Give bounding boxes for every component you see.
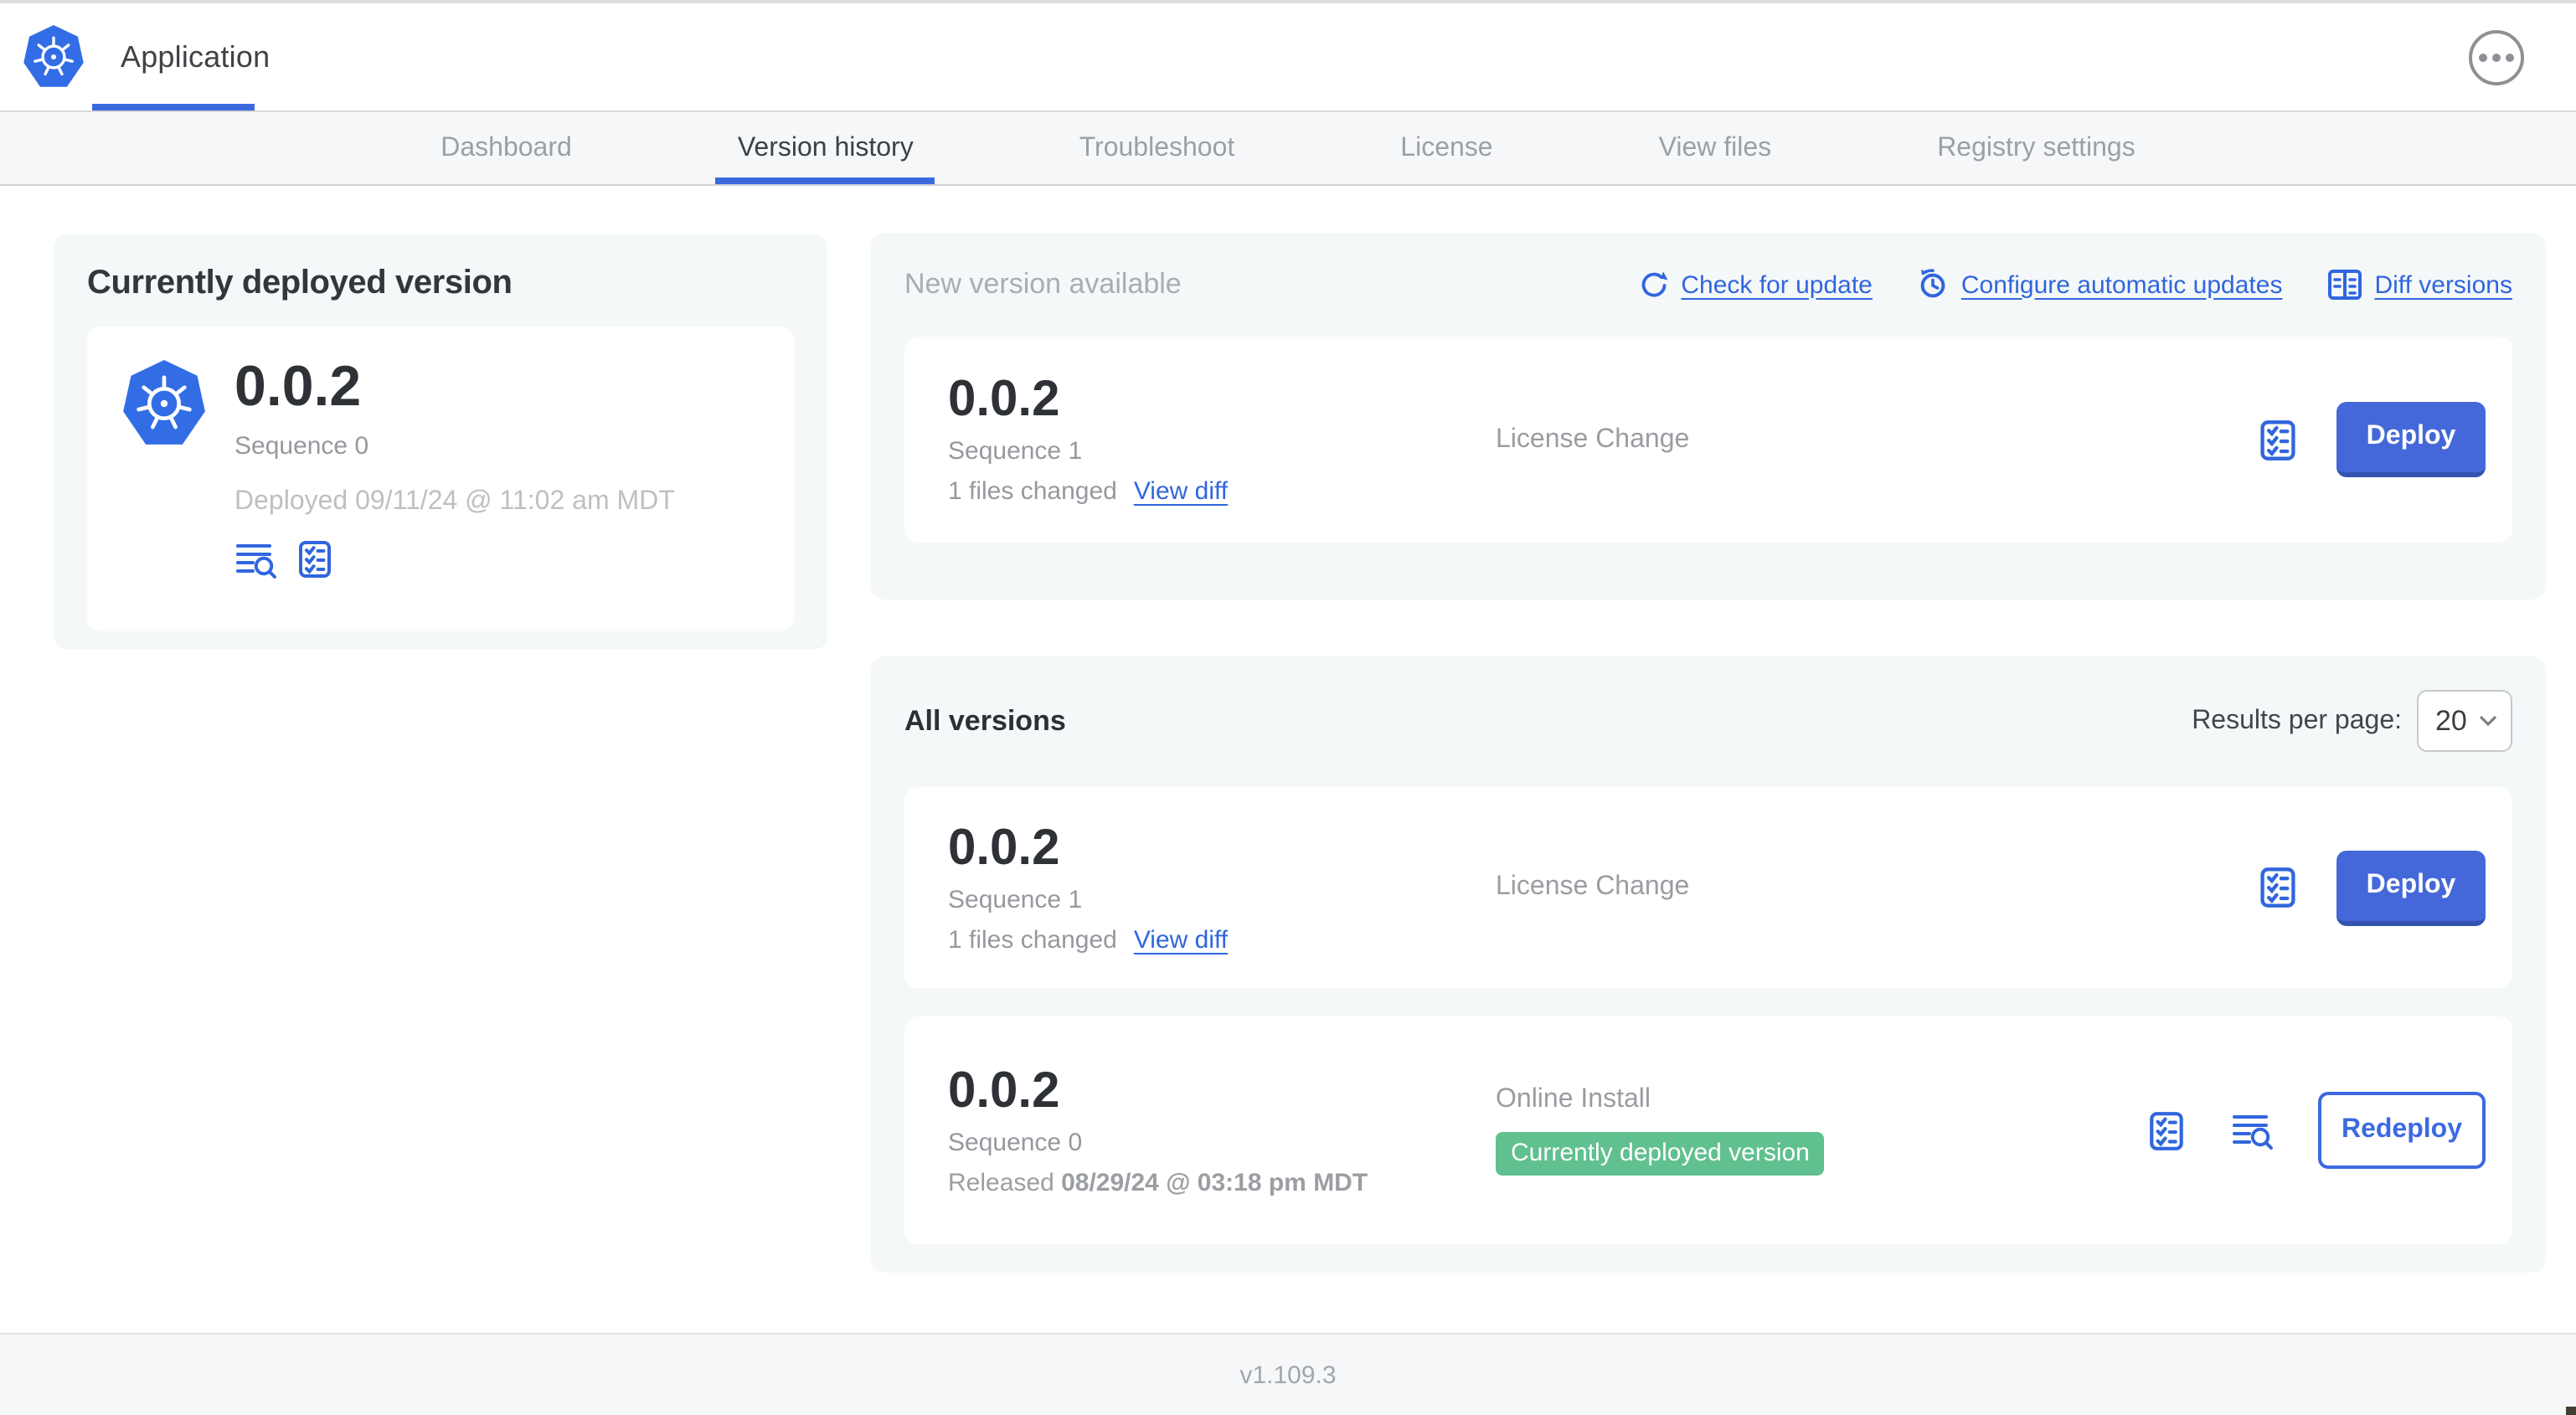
all-versions-title: All versions <box>904 704 1066 736</box>
tab-registry-settings[interactable]: Registry settings <box>1915 112 2157 184</box>
check-for-update-link[interactable]: Check for update <box>1637 269 1873 301</box>
results-per-page-select[interactable]: 20 <box>2417 690 2512 752</box>
tab-license[interactable]: License <box>1378 112 1514 184</box>
current-version-card: 0.0.2 Sequence 0 Deployed 09/11/24 @ 11:… <box>87 327 794 631</box>
version-number: 0.0.2 <box>948 372 1060 427</box>
released-timestamp: Released 08/29/24 @ 03:18 pm MDT <box>948 1168 1368 1196</box>
chevron-down-icon <box>2479 715 2497 727</box>
footer: v1.109.3 <box>0 1333 2576 1415</box>
tab-troubleshoot[interactable]: Troubleshoot <box>1058 112 1257 184</box>
version-row: 0.0.2 Sequence 0 Released 08/29/24 @ 03:… <box>904 1016 2512 1244</box>
sequence-label: Sequence 1 <box>948 437 1083 466</box>
redeploy-button[interactable]: Redeploy <box>2318 1092 2486 1169</box>
application-tab-underline <box>92 104 255 111</box>
files-changed-label: 1 files changed <box>948 477 1117 506</box>
app-nav: Dashboard Version history Troubleshoot L… <box>0 112 2576 186</box>
files-changed-label: 1 files changed <box>948 925 1117 954</box>
cursor-artifact <box>2566 1407 2576 1415</box>
version-source-label: Online Install <box>1496 1085 1651 1114</box>
sequence-label: Sequence 0 <box>948 1128 1083 1156</box>
ellipsis-icon <box>2479 54 2487 62</box>
preflight-checks-icon[interactable] <box>2256 418 2300 461</box>
console-version: v1.109.3 <box>1239 1361 1337 1389</box>
tab-version-history[interactable]: Version history <box>715 112 935 184</box>
currently-deployed-title: Currently deployed version <box>87 265 513 301</box>
diff-icon <box>2327 270 2362 300</box>
new-version-panel: New version available Check for update C… <box>871 233 2546 599</box>
preflight-checks-icon[interactable] <box>2256 866 2300 909</box>
view-diff-link[interactable]: View diff <box>1134 477 1228 506</box>
application-tab[interactable]: Application <box>121 3 270 111</box>
results-per-page-label: Results per page: <box>2192 706 2402 734</box>
deploy-button[interactable]: Deploy <box>2336 402 2486 477</box>
tab-dashboard[interactable]: Dashboard <box>419 112 594 184</box>
schedule-update-icon <box>1920 269 1945 298</box>
preflight-checks-icon[interactable] <box>2146 1109 2187 1151</box>
refresh-icon <box>1641 270 1667 296</box>
current-version-number: 0.0.2 <box>234 355 362 419</box>
deployed-timestamp: Deployed 09/11/24 @ 11:02 am MDT <box>234 487 675 516</box>
sequence-label: Sequence 1 <box>948 885 1083 913</box>
tab-view-files[interactable]: View files <box>1637 112 1794 184</box>
currently-deployed-badge: Currently deployed version <box>1496 1132 1825 1176</box>
configure-automatic-updates-link[interactable]: Configure automatic updates <box>1916 268 2282 301</box>
current-sequence-label: Sequence 0 <box>234 432 369 461</box>
kubernetes-logo-icon <box>23 25 84 87</box>
deploy-logs-icon[interactable] <box>2231 1110 2275 1150</box>
overflow-menu-button[interactable] <box>2469 30 2524 85</box>
new-version-card: 0.0.2 Sequence 1 1 files changed View di… <box>904 337 2512 543</box>
deploy-button[interactable]: Deploy <box>2336 850 2486 925</box>
version-number: 0.0.2 <box>948 1063 1060 1118</box>
version-row: 0.0.2 Sequence 1 1 files changed View di… <box>904 787 2512 988</box>
currently-deployed-panel: Currently deployed version 0.0.2 Sequenc… <box>54 234 827 650</box>
deploy-logs-icon[interactable] <box>234 539 278 579</box>
version-source-label: License Change <box>1496 424 1690 453</box>
version-source-label: License Change <box>1496 872 1690 901</box>
version-number: 0.0.2 <box>948 820 1060 875</box>
diff-versions-link[interactable]: Diff versions <box>2326 268 2512 301</box>
new-version-label: New version available <box>904 268 1182 300</box>
kubernetes-icon <box>123 360 205 445</box>
preflight-checks-icon[interactable] <box>295 539 335 579</box>
view-diff-link[interactable]: View diff <box>1134 925 1228 954</box>
all-versions-panel: All versions Results per page: 20 0.0.2 … <box>871 656 2546 1273</box>
admin-console-page: Application Dashboard Version history Tr… <box>0 0 2576 1415</box>
app-header: Application <box>0 0 2576 112</box>
